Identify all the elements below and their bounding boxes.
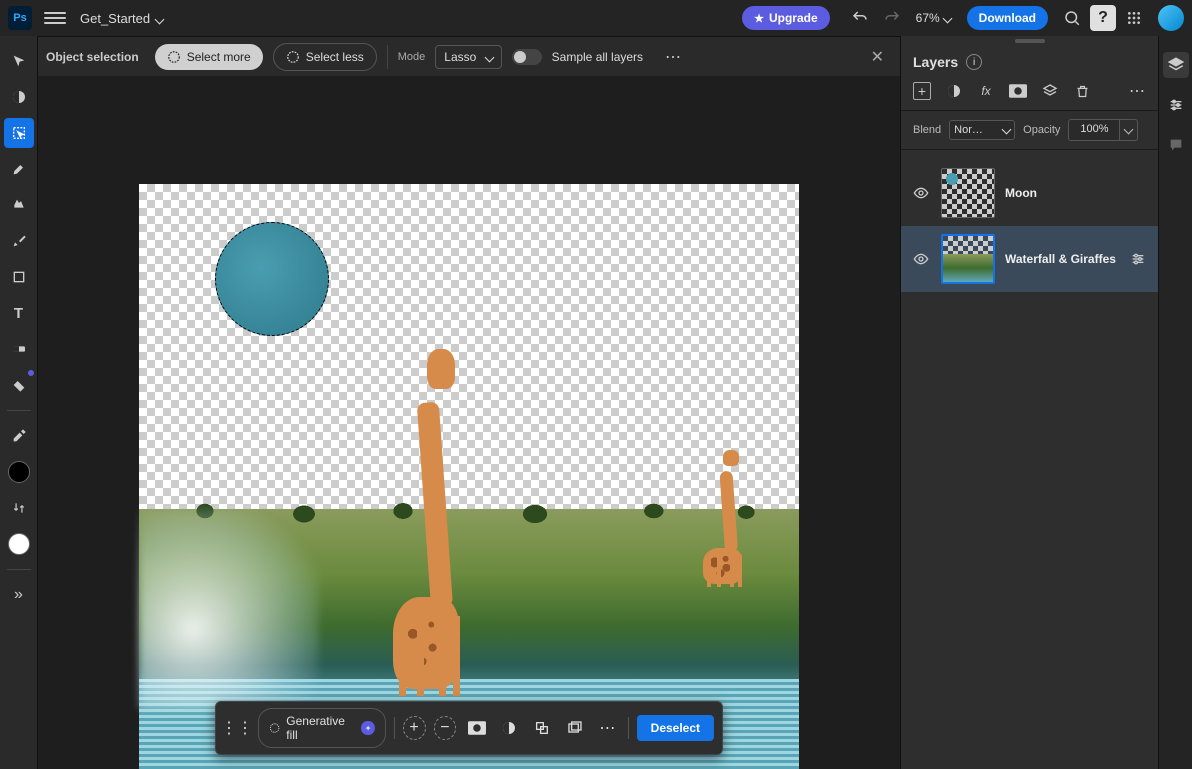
- apps-grid-icon[interactable]: [1120, 4, 1148, 32]
- redo-icon[interactable]: [878, 4, 906, 32]
- mask-layer-icon[interactable]: [1009, 82, 1027, 100]
- panel-drag-handle[interactable]: [901, 36, 1158, 46]
- adjustment-layer-icon[interactable]: [945, 82, 963, 100]
- properties-panel-icon[interactable]: [1163, 92, 1189, 118]
- tool-object-select[interactable]: [4, 118, 34, 148]
- layers-panel: Layers i + fx ⋯ Blend Nor… Opacity 100% …: [900, 36, 1158, 769]
- opacity-input[interactable]: 100%: [1068, 119, 1120, 141]
- layers-toolbar: + fx ⋯: [901, 78, 1158, 111]
- blend-label: Blend: [913, 124, 941, 136]
- mask-icon[interactable]: [464, 715, 489, 741]
- sample-all-layers-label: Sample all layers: [552, 50, 643, 64]
- giraffe-2: [689, 454, 759, 584]
- layer-name: Waterfall & Giraffes: [1005, 252, 1120, 266]
- tool-spot-heal[interactable]: [4, 190, 34, 220]
- tool-name-label: Object selection: [46, 50, 139, 64]
- info-icon[interactable]: i: [966, 54, 982, 70]
- layer-stack-icon[interactable]: [1041, 82, 1059, 100]
- tool-clone[interactable]: [4, 226, 34, 256]
- panel-title: Layers: [913, 54, 958, 70]
- more-tools-icon[interactable]: »: [4, 580, 34, 610]
- tool-gradient[interactable]: [4, 334, 34, 364]
- zoom-level[interactable]: 67%: [916, 11, 951, 25]
- layers-panel-icon[interactable]: [1163, 52, 1189, 78]
- select-less-button[interactable]: Select less: [273, 43, 377, 71]
- top-bar: Ps Get_Started Upgrade 67% Download ?: [0, 0, 1192, 36]
- comments-panel-icon[interactable]: [1163, 132, 1189, 158]
- more-options-icon[interactable]: ⋯: [659, 43, 687, 71]
- undo-icon[interactable]: [846, 4, 874, 32]
- layer-row-moon[interactable]: Moon: [901, 160, 1158, 226]
- panel-more-icon[interactable]: ⋯: [1128, 82, 1146, 100]
- mode-label: Mode: [398, 51, 426, 63]
- fill-icon[interactable]: [562, 715, 587, 741]
- layer-row-waterfall[interactable]: Waterfall & Giraffes: [901, 226, 1158, 292]
- delete-layer-icon[interactable]: [1073, 82, 1091, 100]
- tool-eyedropper[interactable]: [4, 421, 34, 451]
- menu-icon[interactable]: [44, 7, 66, 29]
- layer-properties-icon[interactable]: [1130, 251, 1146, 267]
- sample-all-layers-toggle[interactable]: [512, 49, 542, 65]
- add-layer-icon[interactable]: +: [913, 82, 931, 100]
- layers-list: Moon Waterfall & Giraffes: [901, 150, 1158, 302]
- tool-crop[interactable]: [4, 262, 34, 292]
- layer-thumbnail[interactable]: [941, 234, 995, 284]
- tool-text[interactable]: T: [4, 298, 34, 328]
- canvas[interactable]: [139, 184, 799, 769]
- expand-selection-icon[interactable]: +: [403, 716, 426, 740]
- tool-move[interactable]: [4, 46, 34, 76]
- sparkle-icon: ✦: [361, 721, 374, 735]
- select-more-button[interactable]: Select more: [155, 44, 263, 70]
- foreground-color[interactable]: [4, 457, 34, 487]
- fx-icon[interactable]: fx: [977, 82, 995, 100]
- mode-select[interactable]: Lasso: [435, 45, 501, 69]
- giraffe-1: [369, 359, 489, 689]
- visibility-toggle[interactable]: [913, 251, 931, 267]
- tool-adjust[interactable]: [4, 82, 34, 112]
- layer-thumbnail[interactable]: [941, 168, 995, 218]
- opacity-stepper[interactable]: [1120, 119, 1138, 141]
- left-toolbar: T »: [0, 36, 38, 769]
- contextual-task-bar: ⋮⋮ Generative fill ✦ + − ⋯ Deselect: [215, 701, 723, 755]
- app-logo[interactable]: Ps: [8, 6, 32, 30]
- canvas-area[interactable]: ⋮⋮ Generative fill ✦ + − ⋯ Deselect: [38, 76, 900, 769]
- chevron-down-icon: [1003, 124, 1010, 136]
- background-color[interactable]: [4, 529, 34, 559]
- document-title-text: Get_Started: [80, 11, 150, 26]
- blend-mode-select[interactable]: Nor…: [949, 120, 1015, 140]
- tool-smart-fill[interactable]: [4, 370, 34, 400]
- chevron-down-icon: [486, 50, 493, 64]
- mist: [139, 509, 319, 709]
- deselect-button[interactable]: Deselect: [637, 715, 714, 741]
- more-actions-icon[interactable]: ⋯: [595, 715, 620, 741]
- right-strip: [1158, 36, 1192, 769]
- generative-fill-button[interactable]: Generative fill ✦: [258, 708, 386, 748]
- help-icon[interactable]: ?: [1090, 5, 1116, 31]
- blend-row: Blend Nor… Opacity 100%: [901, 111, 1158, 150]
- visibility-toggle[interactable]: [913, 185, 931, 201]
- transform-icon[interactable]: [530, 715, 555, 741]
- close-options-icon[interactable]: ✕: [863, 43, 892, 71]
- swap-colors-icon[interactable]: [4, 493, 34, 523]
- options-bar: Object selection Select more Select less…: [38, 36, 900, 76]
- chevron-down-icon: [156, 11, 163, 26]
- avatar[interactable]: [1158, 5, 1184, 31]
- contract-selection-icon[interactable]: −: [433, 716, 456, 740]
- chevron-down-icon: [944, 11, 951, 25]
- opacity-label: Opacity: [1023, 124, 1060, 136]
- layer-name: Moon: [1005, 186, 1146, 200]
- search-icon[interactable]: [1058, 4, 1086, 32]
- moon-selection[interactable]: [215, 222, 329, 336]
- tool-brush[interactable]: [4, 154, 34, 184]
- document-title[interactable]: Get_Started: [80, 11, 163, 26]
- download-button[interactable]: Download: [967, 6, 1048, 30]
- upgrade-button[interactable]: Upgrade: [742, 6, 830, 30]
- drag-handle-icon[interactable]: ⋮⋮: [224, 715, 250, 741]
- adjust-icon[interactable]: [497, 715, 522, 741]
